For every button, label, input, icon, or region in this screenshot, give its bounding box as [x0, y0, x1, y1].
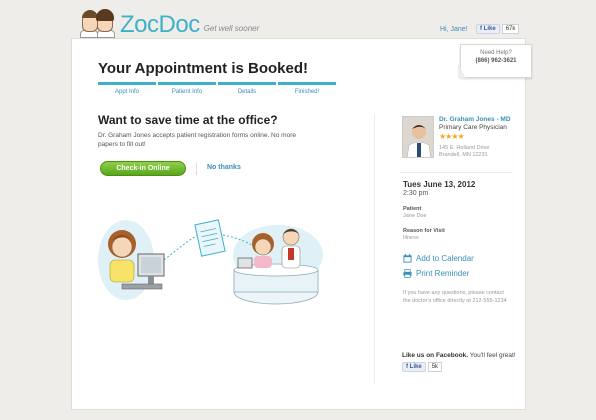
printer-icon	[403, 269, 412, 278]
facebook-promo-text: Like us on Facebook. You'll feel great!	[402, 352, 516, 359]
rating-stars: ★★★★	[439, 132, 465, 141]
facebook-like-button-bottom[interactable]: f Like	[402, 362, 426, 372]
facebook-promo-bold: Like us on Facebook.	[402, 352, 469, 359]
facebook-like-button[interactable]: f Like	[476, 24, 500, 34]
facebook-promo-rest: You'll feel great!	[468, 352, 516, 359]
facebook-like-label: Like	[483, 26, 496, 32]
reason-label: Reason for Visit	[403, 228, 445, 234]
help-tab: Need Help? (866) 962-3621	[460, 44, 532, 78]
logo-doctors-icon	[80, 6, 116, 38]
facebook-icon: f	[480, 26, 482, 32]
logo-text: ZocDoc	[120, 11, 200, 38]
step-label: Patient Info	[171, 89, 203, 95]
reason-value: Illness	[403, 235, 419, 241]
page-title: Your Appointment is Booked!	[98, 60, 308, 77]
step-appt-info: Appt Info	[98, 82, 156, 95]
help-label: Need Help?	[480, 50, 512, 56]
facebook-icon: f	[406, 364, 408, 370]
contact-note: If you have any questions, please contac…	[403, 290, 507, 304]
promo-text: Dr. Graham Jones accepts patient registr…	[98, 132, 296, 148]
step-label: Finished!	[294, 89, 320, 95]
check-in-online-button[interactable]: Check-in Online	[100, 161, 186, 176]
top-bar: ZocDoc Get well sooner Hi, Jane! f Like …	[0, 0, 596, 40]
progress-steps: Appt Info Patient Info Details Finished!	[98, 82, 336, 95]
facebook-like-label: Like	[409, 364, 422, 370]
doctor-specialty: Primary Care Physician	[439, 124, 507, 131]
doctor-avatar-icon	[403, 117, 433, 157]
appointment-date: Tues June 13, 2012	[403, 180, 476, 189]
facebook-like-count-bottom: 5k	[427, 362, 443, 372]
patient-label: Patient	[403, 206, 422, 212]
logo-tagline: Get well sooner	[203, 24, 260, 33]
logo[interactable]: ZocDoc Get well sooner	[80, 6, 259, 38]
doctor-name-link[interactable]: Dr. Graham Jones - MD	[439, 116, 511, 123]
step-finished: Finished!	[278, 82, 336, 95]
add-to-calendar-label: Add to Calendar	[416, 254, 474, 263]
step-label: Appt Info	[114, 89, 140, 95]
address-line-1: 145 E. Holland Drive	[439, 145, 490, 151]
sidebar-separator	[400, 172, 512, 173]
add-to-calendar-link[interactable]: Add to Calendar	[403, 254, 474, 263]
step-details: Details	[218, 82, 276, 95]
sidebar-divider	[374, 114, 375, 384]
calendar-icon	[403, 254, 412, 263]
facebook-like-count: 67k	[501, 24, 520, 34]
facebook-like-widget-bottom[interactable]: f Like 5k	[402, 362, 443, 372]
step-label: Details	[237, 89, 257, 95]
help-tab-notch	[458, 64, 466, 78]
user-greeting[interactable]: Hi, Jane!	[440, 26, 468, 33]
facebook-like-widget[interactable]: f Like 67k	[476, 24, 520, 34]
doctor-photo	[402, 116, 434, 158]
address-line-2: Brandell, MN 12231	[439, 152, 488, 158]
patient-value: Jane Doe	[403, 213, 427, 219]
print-reminder-label: Print Reminder	[416, 269, 470, 278]
no-thanks-link[interactable]: No thanks	[207, 164, 241, 171]
promo-heading: Want to save time at the office?	[98, 113, 278, 127]
appointment-time: 2:30 pm	[403, 190, 429, 197]
print-reminder-link[interactable]: Print Reminder	[403, 269, 469, 278]
check-in-illustration	[98, 219, 323, 305]
divider	[196, 163, 197, 175]
step-patient-info: Patient Info	[158, 82, 216, 95]
help-phone[interactable]: (866) 962-3621	[461, 58, 531, 64]
